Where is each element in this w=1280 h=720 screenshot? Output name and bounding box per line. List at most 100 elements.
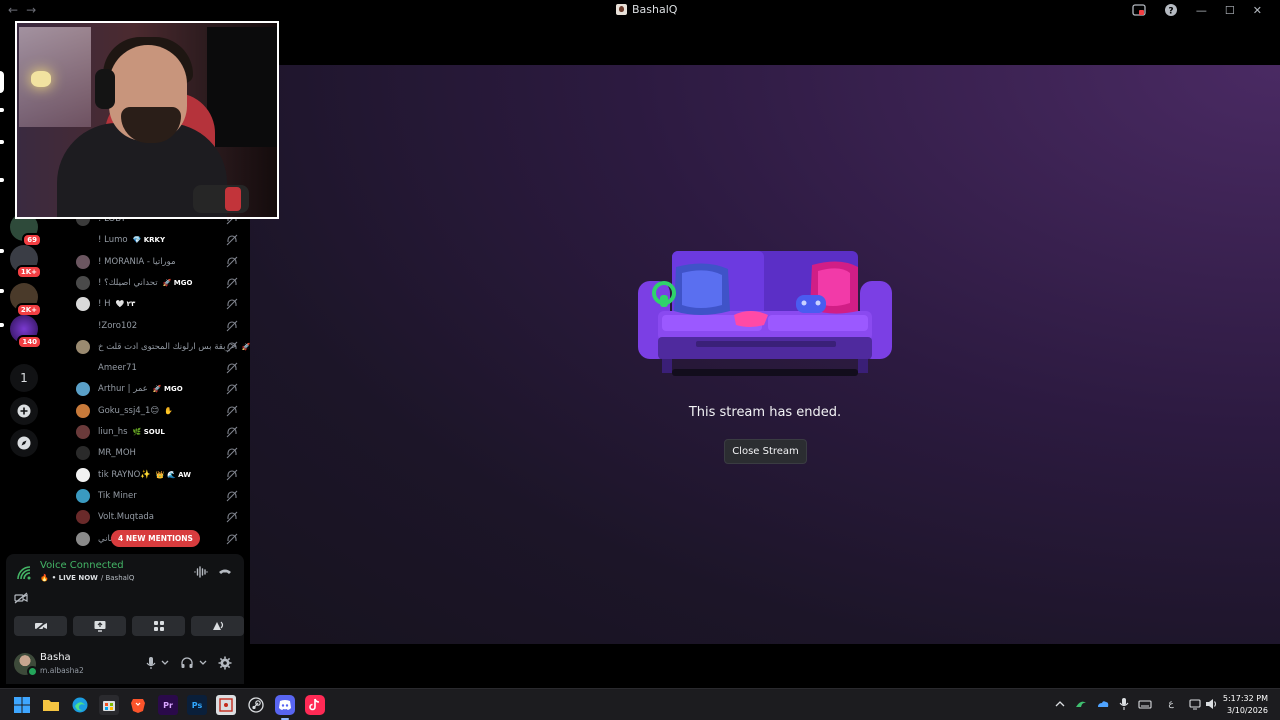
avatar xyxy=(76,361,90,375)
chevron-up-icon[interactable] xyxy=(1053,697,1067,711)
voice-member-row[interactable]: Goku_ssj4_1😊 ✋ xyxy=(76,401,242,421)
discover-button[interactable] xyxy=(10,429,38,457)
voice-status: Voice Connected xyxy=(40,560,124,571)
start-button[interactable] xyxy=(12,695,32,715)
member-name: liun_hs xyxy=(98,427,128,437)
disconnect-icon[interactable] xyxy=(218,566,232,578)
snipping-tool-button[interactable] xyxy=(216,695,236,715)
member-name: Goku_ssj4_1😊 xyxy=(98,405,160,416)
steam-button[interactable] xyxy=(246,695,266,715)
video-off-icon[interactable] xyxy=(14,592,28,604)
back-button[interactable]: ← xyxy=(8,3,18,17)
input-language[interactable]: ع xyxy=(1164,697,1178,711)
folder-icon xyxy=(43,700,59,711)
member-name: ! Lumo xyxy=(98,235,128,246)
compass-icon xyxy=(17,436,31,450)
soundboard-icon xyxy=(212,621,223,630)
microphone-tray-icon[interactable] xyxy=(1117,697,1131,711)
voice-member-row[interactable]: ! MORANIA - موراتيا xyxy=(76,252,242,272)
deafened-icon xyxy=(226,511,238,523)
deafened-icon xyxy=(226,256,238,267)
voice-action-buttons xyxy=(14,616,244,636)
discord-button[interactable] xyxy=(275,695,295,720)
member-clan-tag: 🤍 ۲۳ xyxy=(115,300,136,309)
tiktok-button[interactable] xyxy=(305,695,325,715)
inbox-icon[interactable] xyxy=(1132,3,1146,17)
forward-button[interactable]: → xyxy=(26,3,36,17)
soundboard-button[interactable] xyxy=(191,616,244,636)
voice-member-row[interactable]: ! تحداني اصيلك؟ 🚀 MGO xyxy=(76,273,242,293)
store-button[interactable] xyxy=(99,695,119,715)
file-explorer-button[interactable] xyxy=(41,695,61,715)
gear-icon[interactable] xyxy=(218,656,232,670)
voice-member-row[interactable]: tik RAYNO✨ 👑 🌊 AW xyxy=(76,465,242,485)
server-icon[interactable]: 2K+ xyxy=(10,283,42,317)
mention-badge: 1K+ xyxy=(15,265,42,279)
voice-member-row[interactable]: liun_hs 🌿 SOUL xyxy=(76,422,242,442)
chevron-down-icon[interactable] xyxy=(198,656,208,670)
camera-button[interactable] xyxy=(14,616,67,636)
server-icon[interactable]: 140 xyxy=(10,315,42,349)
edge-button[interactable] xyxy=(70,695,90,715)
add-server-button[interactable] xyxy=(10,397,38,425)
minimize-button[interactable]: — xyxy=(1196,4,1207,17)
brave-button[interactable] xyxy=(128,695,148,715)
windows-taskbar: Pr Ps ع 5:17:32 PM 3/10/2026 xyxy=(0,688,1280,720)
headphones-icon[interactable] xyxy=(180,656,194,670)
live-label: • LIVE NOW xyxy=(51,574,98,582)
server-folder-count[interactable]: 1 xyxy=(10,364,38,392)
voice-member-row[interactable]: !Zoro102 xyxy=(76,316,242,336)
voice-member-row[interactable]: ! H 🤍 ۲۳ xyxy=(76,294,242,314)
unread-pip xyxy=(0,323,4,327)
voice-member-row[interactable]: MR_MOH xyxy=(76,443,242,463)
close-stream-button[interactable]: Close Stream xyxy=(724,439,807,464)
tray-app-icon[interactable] xyxy=(1074,697,1088,711)
voice-member-row[interactable]: بقة بس ارلونك المحتوى ادت قلت خ_> 🚀 xyxy=(76,337,250,357)
avatar[interactable] xyxy=(14,653,38,677)
member-clan-tag: 🚀 xyxy=(241,342,250,351)
new-mentions-pill[interactable]: 4 NEW MENTIONS xyxy=(111,530,200,547)
server-favicon-icon xyxy=(616,4,627,15)
selected-indicator xyxy=(0,71,4,93)
help-icon[interactable]: ? xyxy=(1164,3,1178,17)
noise-suppression-icon[interactable] xyxy=(194,566,208,578)
microphone-icon[interactable] xyxy=(144,656,158,670)
network-icon[interactable] xyxy=(1188,697,1202,711)
webcam-overlay xyxy=(15,21,279,219)
deafened-icon xyxy=(226,533,238,544)
chevron-down-icon[interactable] xyxy=(160,656,170,670)
signal-icon xyxy=(17,566,31,580)
store-icon xyxy=(103,701,115,711)
voice-member-row[interactable]: Ameer71 xyxy=(76,358,242,378)
voice-member-row[interactable]: ! Lumo 💎 KRKY xyxy=(76,230,242,250)
voice-member-row[interactable]: Volt.Muqtada xyxy=(76,507,242,527)
share-screen-button[interactable] xyxy=(73,616,126,636)
title-bar: ← → BashalQ ? — ☐ ✕ xyxy=(0,0,1280,21)
server-icon[interactable]: 1K+ xyxy=(10,245,42,279)
voice-member-row[interactable]: Tik Miner xyxy=(76,486,242,506)
voice-member-row[interactable]: Arthur | عمر 🚀 MGO xyxy=(76,379,242,399)
keyboard-icon[interactable] xyxy=(1138,697,1152,711)
unread-pip xyxy=(0,178,4,182)
onedrive-icon[interactable] xyxy=(1096,697,1110,711)
window-title: BashalQ xyxy=(616,3,677,16)
deafened-icon xyxy=(226,320,238,331)
volume-icon[interactable] xyxy=(1204,697,1218,711)
deafened-icon xyxy=(226,469,238,480)
maximize-button[interactable]: ☐ xyxy=(1225,4,1235,17)
system-clock[interactable]: 5:17:32 PM 3/10/2026 xyxy=(1223,693,1268,717)
activities-button[interactable] xyxy=(132,616,185,636)
avatar xyxy=(76,382,90,397)
avatar xyxy=(76,297,90,312)
close-window-button[interactable]: ✕ xyxy=(1253,4,1262,17)
avatar xyxy=(76,531,90,546)
photoshop-button[interactable]: Ps xyxy=(187,695,207,715)
clock-time: 5:17:32 PM xyxy=(1222,694,1268,703)
channel-name: / BashalQ xyxy=(100,574,135,582)
avatar xyxy=(76,254,90,269)
history-nav: ← → xyxy=(8,3,36,17)
live-info[interactable]: 🔥 • LIVE NOW / BashalQ xyxy=(40,574,134,582)
premiere-button[interactable]: Pr xyxy=(158,695,178,715)
edge-icon xyxy=(72,697,88,713)
username[interactable]: Basha xyxy=(40,652,71,663)
